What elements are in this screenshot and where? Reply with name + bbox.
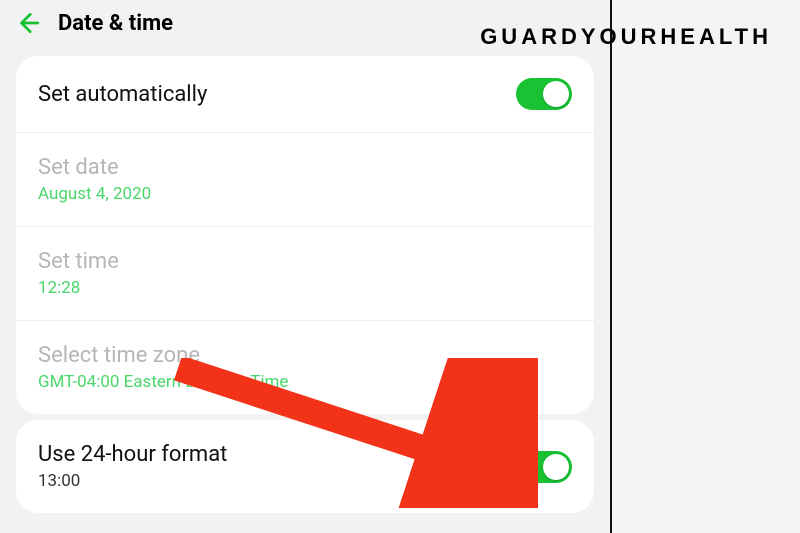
card-24hour: Use 24-hour format 13:00: [16, 420, 594, 513]
set-date-label: Set date: [38, 155, 151, 180]
set-time-value: 12:28: [38, 278, 119, 298]
24hour-value: 13:00: [38, 471, 227, 491]
set-automatically-toggle[interactable]: [516, 78, 572, 110]
select-timezone-label: Select time zone: [38, 343, 288, 368]
set-time-label: Set time: [38, 249, 119, 274]
back-arrow-icon[interactable]: [14, 10, 40, 36]
watermark-text: GUARDYOURHEALTH: [480, 24, 772, 50]
settings-screen: Date & time Set automatically Set date A…: [0, 0, 612, 533]
set-date-value: August 4, 2020: [38, 184, 151, 204]
page-title: Date & time: [58, 11, 173, 36]
row-set-time[interactable]: Set time 12:28: [16, 226, 594, 320]
row-set-date[interactable]: Set date August 4, 2020: [16, 132, 594, 226]
set-automatically-label: Set automatically: [38, 82, 207, 107]
row-set-automatically[interactable]: Set automatically: [16, 56, 594, 132]
24hour-label: Use 24-hour format: [38, 442, 227, 467]
row-select-timezone[interactable]: Select time zone GMT-04:00 Eastern Dayli…: [16, 320, 594, 414]
card-date-time: Set automatically Set date August 4, 202…: [16, 56, 594, 414]
24hour-toggle[interactable]: [516, 451, 572, 483]
select-timezone-value: GMT-04:00 Eastern Daylight Time: [38, 372, 288, 392]
row-24hour-format[interactable]: Use 24-hour format 13:00: [16, 420, 594, 513]
